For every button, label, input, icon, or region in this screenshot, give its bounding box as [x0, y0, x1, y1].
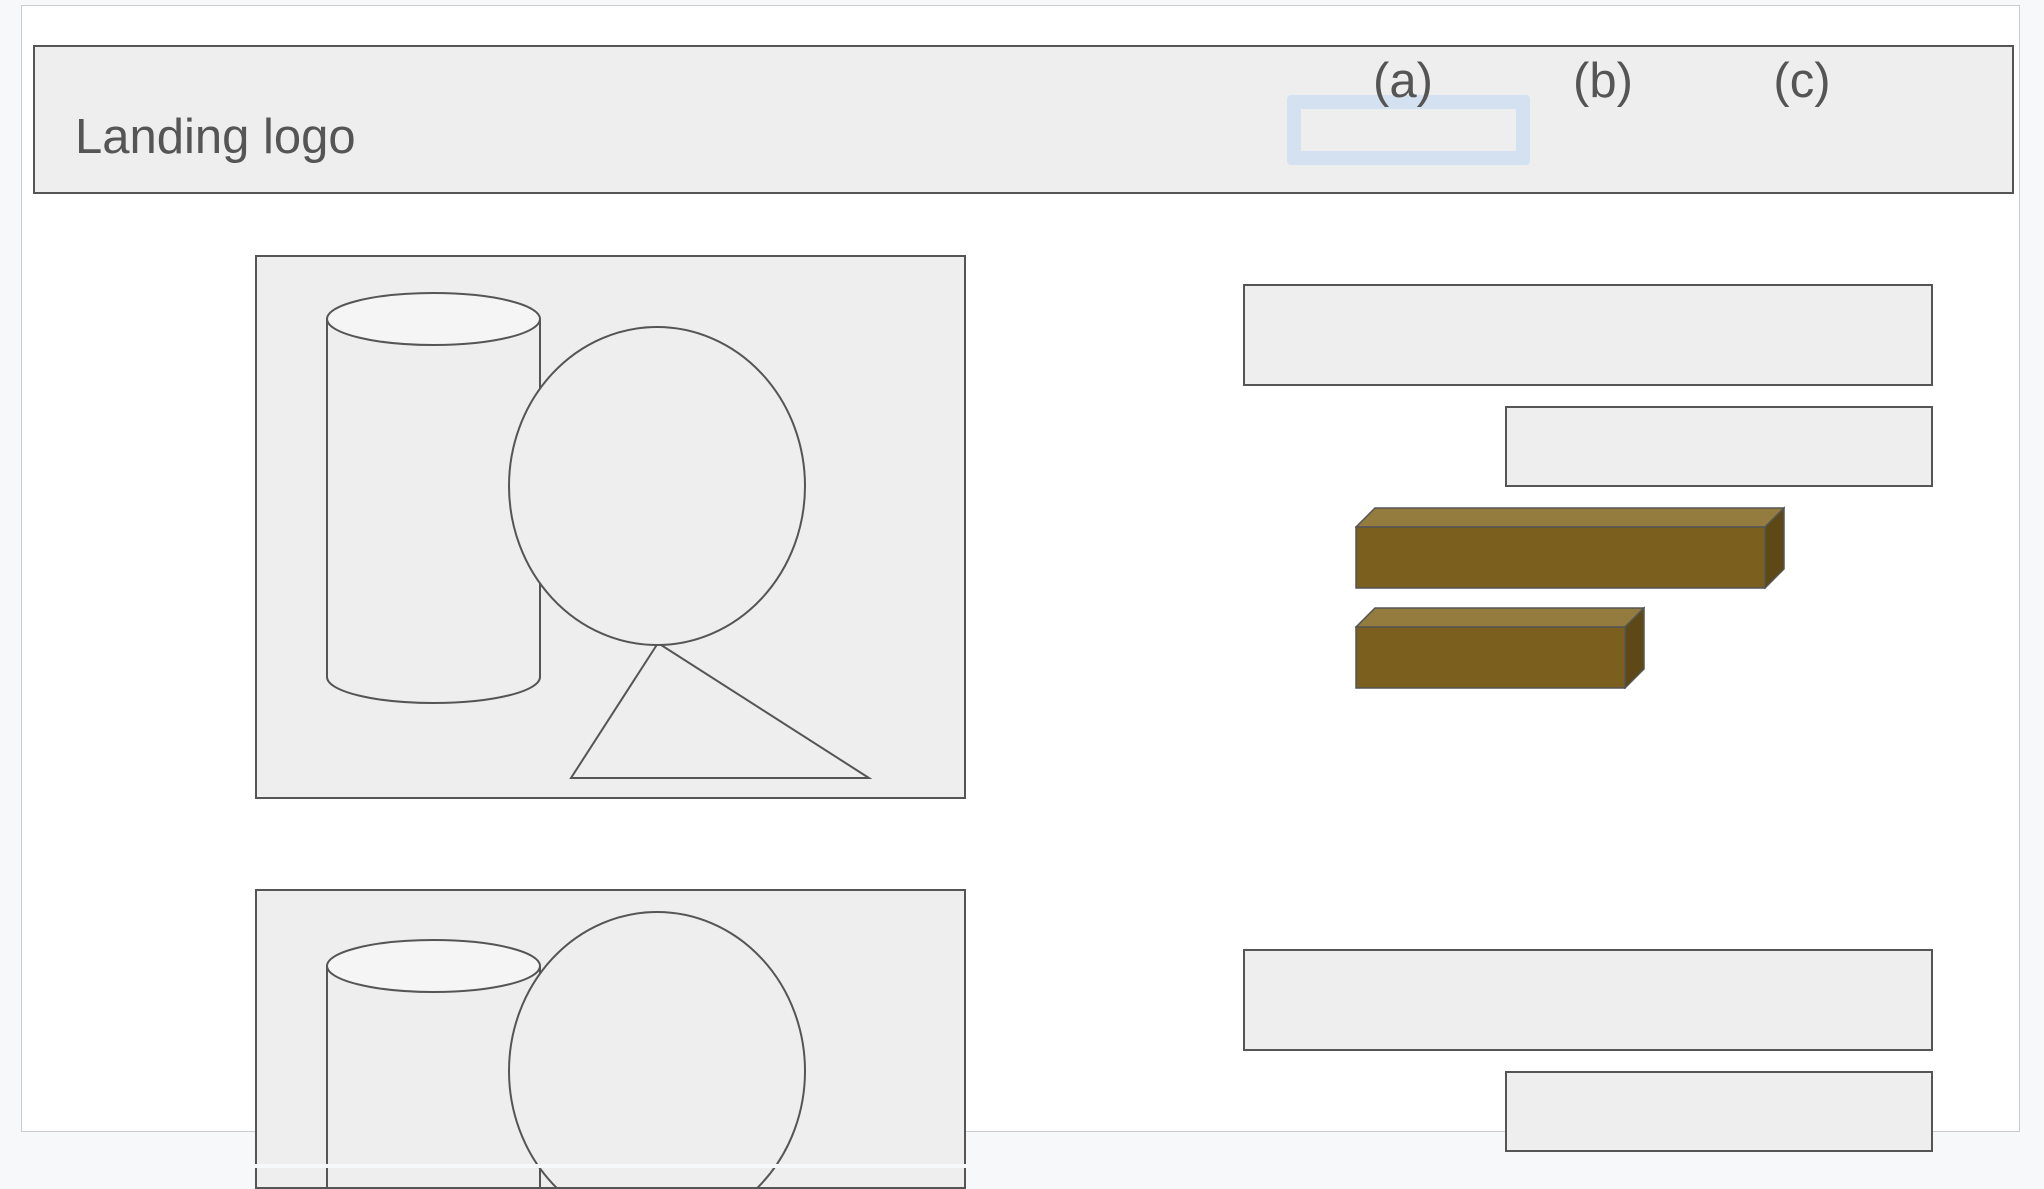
nav-item-a[interactable]: (a)	[1338, 53, 1468, 109]
nav-item-b[interactable]: (b)	[1538, 53, 1668, 109]
image-placeholder-shapes	[326, 911, 806, 1187]
image-placeholder-shapes	[326, 292, 873, 779]
header-bar: Landing logo	[33, 45, 2014, 194]
subtext-placeholder	[1505, 406, 1933, 487]
secondary-button[interactable]	[1355, 605, 1645, 689]
image-placeholder	[255, 255, 966, 799]
image-placeholder	[255, 889, 966, 1189]
heading-placeholder	[1243, 949, 1933, 1051]
circle-icon	[508, 326, 806, 646]
nav-item-c[interactable]: (c)	[1737, 53, 1867, 109]
primary-button[interactable]	[1355, 505, 1785, 589]
page-bottom-edge	[0, 1164, 2044, 1168]
cylinder-icon	[326, 939, 541, 1187]
subtext-placeholder	[1505, 1071, 1933, 1152]
triangle-icon	[569, 641, 873, 779]
heading-placeholder	[1243, 284, 1933, 386]
landing-logo[interactable]: Landing logo	[75, 109, 356, 165]
cylinder-icon	[326, 292, 541, 704]
circle-icon	[508, 911, 806, 1187]
